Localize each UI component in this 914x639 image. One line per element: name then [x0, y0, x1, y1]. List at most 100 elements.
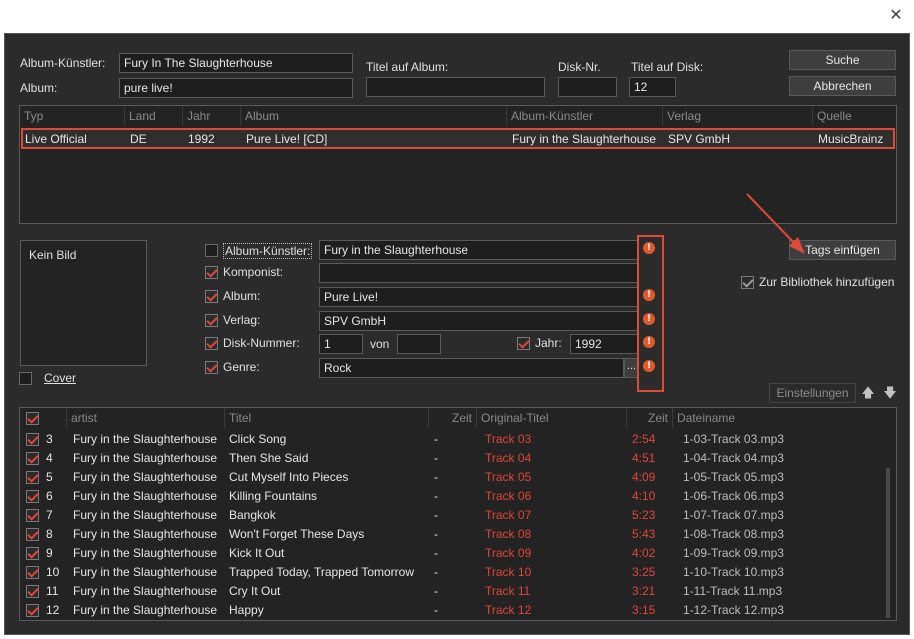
track-filename: 1-11-Track 11.mp3 — [683, 584, 783, 598]
titles-on-album-input[interactable] — [366, 77, 545, 97]
album-artist-search-input[interactable]: Fury In The Slaughterhouse — [119, 53, 353, 73]
track-number: 4 — [46, 451, 53, 465]
results-col-land[interactable]: Land — [124, 106, 182, 126]
tracks-col-filename[interactable]: Dateiname — [672, 408, 896, 428]
close-icon[interactable]: ✕ — [888, 7, 904, 23]
titles-on-disc-label: Titel auf Disk: — [631, 60, 704, 74]
track-row[interactable]: 10 Fury in the Slaughterhouse Trapped Toda… — [20, 563, 896, 582]
disc-number-input[interactable]: 1 — [319, 334, 363, 354]
tag-lookup-dialog: Album-Künstler: Fury In The Slaughterhou… — [4, 33, 910, 635]
album-tag-checkbox[interactable] — [205, 290, 218, 303]
track-row[interactable]: 6 Fury in the Slaughterhouse Killing Fount… — [20, 487, 896, 506]
results-col-quelle[interactable]: Quelle — [812, 106, 896, 126]
track-checkbox[interactable] — [26, 604, 39, 617]
tracks-scrollbar[interactable] — [886, 468, 890, 618]
results-col-album[interactable]: Album — [240, 106, 506, 126]
track-checkbox[interactable] — [26, 509, 39, 522]
album-label: Album: — [20, 81, 58, 95]
tracks-col-original-time[interactable]: Zeit — [626, 408, 672, 428]
select-all-checkbox[interactable] — [26, 412, 39, 425]
track-row[interactable]: 7 Fury in the Slaughterhouse Bangkok - Track… — [20, 506, 896, 525]
track-original-time: 4:02 — [632, 546, 656, 560]
track-number: 6 — [46, 489, 53, 503]
track-filename: 1-08-Track 08.mp3 — [683, 527, 784, 541]
track-artist: Fury in the Slaughterhouse — [73, 451, 218, 465]
search-button[interactable]: Suche — [789, 50, 896, 70]
results-col-album-artist[interactable]: Album-Künstler — [506, 106, 662, 126]
composer-tag-checkbox[interactable] — [205, 266, 218, 279]
publisher-tag-checkbox[interactable] — [205, 314, 218, 327]
publisher-tag-input[interactable]: SPV GmbH — [319, 311, 639, 331]
results-header: Typ Land Jahr Album Album-Künstler Verla… — [20, 106, 896, 126]
track-row[interactable]: 4 Fury in the Slaughterhouse Then She Said… — [20, 449, 896, 468]
track-row[interactable]: 11 Fury in the Slaughterhouse Cry It Out - T… — [20, 582, 896, 601]
track-time: - — [434, 546, 438, 560]
add-to-library-checkbox[interactable] — [741, 276, 754, 289]
track-checkbox[interactable] — [26, 585, 39, 598]
album-search-input[interactable]: pure live! — [119, 78, 353, 98]
results-col-jahr[interactable]: Jahr — [182, 106, 240, 126]
cancel-button[interactable]: Abbrechen — [789, 76, 896, 96]
track-checkbox[interactable] — [26, 528, 39, 541]
track-row[interactable]: 9 Fury in the Slaughterhouse Kick It Out - T… — [20, 544, 896, 563]
result-jahr: 1992 — [188, 132, 215, 146]
track-checkbox[interactable] — [26, 547, 39, 560]
track-checkbox[interactable] — [26, 566, 39, 579]
titles-on-disc-input[interactable]: 12 — [629, 77, 676, 97]
tracks-col-artist[interactable]: artist — [66, 408, 224, 428]
disc-total-input[interactable] — [397, 334, 441, 354]
results-col-typ[interactable]: Typ — [20, 106, 124, 126]
cover-label[interactable]: Cover — [44, 371, 76, 385]
track-row[interactable]: 3 Fury in the Slaughterhouse Click Song - Tr… — [20, 430, 896, 449]
settings-button[interactable]: Einstellungen — [769, 383, 856, 403]
track-checkbox[interactable] — [26, 452, 39, 465]
album-artist-tag-checkbox[interactable] — [205, 244, 218, 257]
track-filename: 1-12-Track 12.mp3 — [683, 603, 784, 617]
result-album-artist: Fury in the Slaughterhouse — [512, 132, 657, 146]
track-title: Killing Fountains — [229, 489, 318, 503]
track-original-title: Track 09 — [485, 546, 532, 560]
disc-no-input[interactable] — [558, 77, 617, 97]
composer-tag-input[interactable] — [319, 263, 639, 283]
tracks-col-title[interactable]: Titel — [224, 408, 428, 428]
track-original-title: Track 06 — [485, 489, 532, 503]
genre-tag-checkbox[interactable] — [205, 361, 218, 374]
results-row[interactable]: Live Official DE 1992 Pure Live! [CD] Fu… — [21, 128, 895, 149]
album-artist-tag-input[interactable]: Fury in the Slaughterhouse — [319, 240, 639, 260]
track-row[interactable]: 12 Fury in the Slaughterhouse Happy - Track … — [20, 601, 896, 620]
year-tag-checkbox[interactable] — [517, 337, 530, 350]
tracks-col-original-title[interactable]: Original-Titel — [476, 408, 626, 428]
add-to-library-label: Zur Bibliothek hinzufügen — [759, 275, 895, 289]
track-checkbox[interactable] — [26, 433, 39, 446]
track-number: 10 — [46, 565, 60, 579]
track-time: - — [434, 432, 438, 446]
track-title: Click Song — [229, 432, 287, 446]
results-col-verlag[interactable]: Verlag — [662, 106, 812, 126]
year-tag-label: Jahr: — [535, 336, 562, 350]
tracks-col-time[interactable]: Zeit — [428, 408, 476, 428]
track-row[interactable]: 5 Fury in the Slaughterhouse Cut Myself In… — [20, 468, 896, 487]
track-number: 7 — [46, 508, 53, 522]
move-down-icon[interactable]: 🡇 — [880, 383, 900, 403]
track-number: 8 — [46, 527, 53, 541]
track-number: 9 — [46, 546, 53, 560]
insert-tags-button[interactable]: Tags einfügen — [789, 240, 896, 260]
genre-tag-input[interactable]: Rock — [319, 358, 624, 378]
track-original-time: 5:23 — [632, 508, 656, 522]
track-artist: Fury in the Slaughterhouse — [73, 546, 218, 560]
track-filename: 1-09-Track 09.mp3 — [683, 546, 784, 560]
album-tag-input[interactable]: Pure Live! — [319, 287, 639, 307]
move-up-icon[interactable]: 🡅 — [858, 383, 878, 403]
track-checkbox[interactable] — [26, 471, 39, 484]
track-checkbox[interactable] — [26, 490, 39, 503]
cover-image-box[interactable]: Kein Bild — [20, 240, 147, 366]
disc-no-label: Disk-Nr. — [558, 60, 601, 74]
track-time: - — [434, 451, 438, 465]
track-row[interactable]: 8 Fury in the Slaughterhouse Won't Forget … — [20, 525, 896, 544]
year-tag-input[interactable]: 1992 — [570, 334, 639, 354]
track-artist: Fury in the Slaughterhouse — [73, 603, 218, 617]
track-original-title: Track 12 — [485, 603, 532, 617]
track-original-title: Track 07 — [485, 508, 532, 522]
disc-number-tag-checkbox[interactable] — [205, 337, 218, 350]
cover-checkbox[interactable] — [19, 372, 32, 385]
